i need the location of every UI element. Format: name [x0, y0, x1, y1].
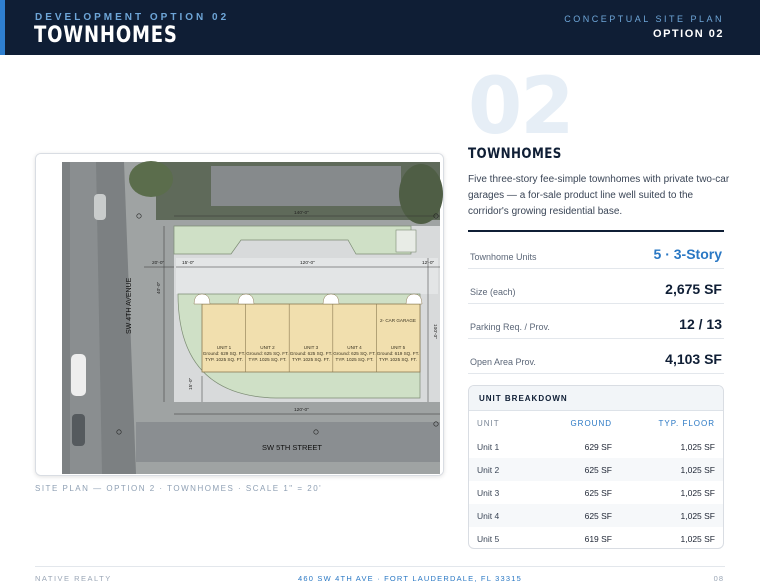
- cell-ground: 625 SF: [584, 511, 612, 521]
- dim-left-inner: 15'-0": [182, 260, 195, 266]
- column-header-ground: GROUND: [570, 419, 612, 428]
- unit-3-name: UNIT 3: [304, 345, 319, 350]
- table-row: Unit 2 625 SF 1,025 SF: [469, 458, 723, 481]
- cell-unit: Unit 1: [477, 442, 500, 452]
- cell-typ-floor: 1,025 SF: [680, 465, 716, 475]
- cell-typ-floor: 1,025 SF: [680, 534, 716, 544]
- section-description: Five three-story fee-simple townhomes wi…: [468, 174, 730, 217]
- footer-address: 460 SW 4TH AVE · FORT LAUDERDALE, FL 333…: [298, 574, 522, 583]
- parked-car: [72, 414, 85, 446]
- site-plan-caption: SITE PLAN — OPTION 2 · TOWNHOMES · SCALE…: [35, 484, 323, 493]
- footer-brand: NATIVE REALTY: [35, 574, 112, 583]
- summary-value: 5 · 3-Story: [653, 246, 722, 262]
- dim-top: 140'-0": [294, 210, 309, 216]
- unit-5-ground: Ground: 619 SQ. FT.: [377, 351, 419, 356]
- unit-2-name: UNIT 2: [260, 345, 275, 350]
- unit-1-ground: Ground: 629 SQ. FT.: [203, 351, 245, 356]
- summary-row-parking: Parking Req. / Prov. 12 / 13: [468, 304, 724, 339]
- cell-typ-floor: 1,025 SF: [680, 488, 716, 498]
- cell-unit: Unit 2: [477, 465, 500, 475]
- summary-label: Size (each): [470, 287, 516, 297]
- summary-row-units: Townhome Units 5 · 3-Story: [468, 234, 724, 269]
- page-header: DEVELOPMENT OPTION 02 TOWNHOMES CONCEPTU…: [0, 0, 760, 55]
- cell-ground: 629 SF: [584, 442, 612, 452]
- site-plan-card: UNIT 1 Ground: 629 SQ. FT. TYP. 1025 SQ.…: [35, 153, 444, 476]
- dim-left-setback: 20'-0": [152, 260, 165, 266]
- dim-bottom-center: 120'-0": [294, 407, 309, 413]
- unit-breakdown-table: UNIT BREAKDOWN UNIT GROUND TYP. FLOOR Un…: [468, 385, 724, 549]
- unit-4-typ: TYP. 1025 SQ. FT.: [336, 357, 374, 362]
- parked-car: [94, 194, 106, 220]
- dim-right-setback: 12'-0": [422, 260, 435, 266]
- summary-value: 2,675 SF: [665, 281, 722, 297]
- cell-unit: Unit 4: [477, 511, 500, 521]
- table-row: Unit 5 619 SF 1,025 SF: [469, 527, 723, 548]
- summary-row-size: Size (each) 2,675 SF: [468, 269, 724, 304]
- summary-label: Parking Req. / Prov.: [470, 322, 550, 332]
- table-row: Unit 3 625 SF 1,025 SF: [469, 481, 723, 504]
- unit-5-name: UNIT 5: [391, 345, 406, 350]
- header-right-label: CONCEPTUAL SITE PLAN: [564, 14, 724, 24]
- unit-2-typ: TYP. 1025 SQ. FT.: [249, 357, 287, 362]
- table-row: Unit 4 625 SF 1,025 SF: [469, 504, 723, 527]
- table-row: Unit 1 629 SF 1,025 SF: [469, 435, 723, 458]
- site-plan-drawing: UNIT 1 Ground: 629 SQ. FT. TYP. 1025 SQ.…: [36, 154, 443, 475]
- summary-value: 12 / 13: [679, 316, 722, 332]
- column-header-typ-floor: TYP. FLOOR: [658, 419, 715, 428]
- cell-typ-floor: 1,025 SF: [680, 511, 716, 521]
- cell-unit: Unit 5: [477, 534, 500, 544]
- summary-value: 4,103 SF: [665, 351, 722, 367]
- cell-ground: 625 SF: [584, 488, 612, 498]
- street-label-west: SW 4TH AVENUE: [126, 277, 133, 334]
- unit-3-ground: Ground: 625 SQ. FT.: [290, 351, 332, 356]
- unit-1-typ: TYP. 1025 SQ. FT.: [205, 357, 243, 362]
- summary-label: Townhome Units: [470, 252, 537, 262]
- section-title: TOWNHOMES: [468, 146, 562, 162]
- parked-car: [71, 354, 86, 396]
- unit-5-typ: TYP. 1025 SQ. FT.: [379, 357, 417, 362]
- header-eyebrow: DEVELOPMENT OPTION 02: [35, 12, 230, 23]
- summary-label: Open Area Prov.: [470, 357, 536, 367]
- footer-page-number: 08: [713, 574, 724, 583]
- header-title: TOWNHOMES: [34, 23, 178, 48]
- unit-1-name: UNIT 1: [217, 345, 232, 350]
- summary-rule: [468, 230, 724, 232]
- footer-rule: [35, 566, 725, 567]
- unit-4-name: UNIT 4: [347, 345, 362, 350]
- unit-breakdown-title: UNIT BREAKDOWN: [479, 394, 568, 403]
- cell-ground: 625 SF: [584, 465, 612, 475]
- header-accent-bar: [0, 0, 5, 55]
- street-label-south: SW 5TH STREET: [262, 443, 322, 452]
- cell-ground: 619 SF: [584, 534, 612, 544]
- unit-4-ground: Ground: 625 SQ. FT.: [333, 351, 375, 356]
- cell-typ-floor: 1,025 SF: [680, 442, 716, 452]
- dim-bottom-setback: 15'-0": [188, 377, 194, 390]
- dim-left-depth: 40'-0": [156, 281, 162, 294]
- unit-2-ground: Ground: 625 SQ. FT.: [246, 351, 288, 356]
- unit-3-typ: TYP. 1025 SQ. FT.: [292, 357, 330, 362]
- garage-label: 2- CAR GARAGE: [380, 318, 416, 323]
- header-right-value: OPTION 02: [653, 28, 724, 40]
- dim-center: 120'-0": [300, 260, 315, 266]
- column-header-unit: UNIT: [477, 419, 500, 428]
- unit-breakdown-header: UNIT BREAKDOWN: [469, 386, 723, 411]
- summary-row-open-area: Open Area Prov. 4,103 SF: [468, 339, 724, 374]
- dim-right-depth: 100'-0": [432, 324, 438, 339]
- cell-unit: Unit 3: [477, 488, 500, 498]
- option-number: 02: [468, 62, 575, 152]
